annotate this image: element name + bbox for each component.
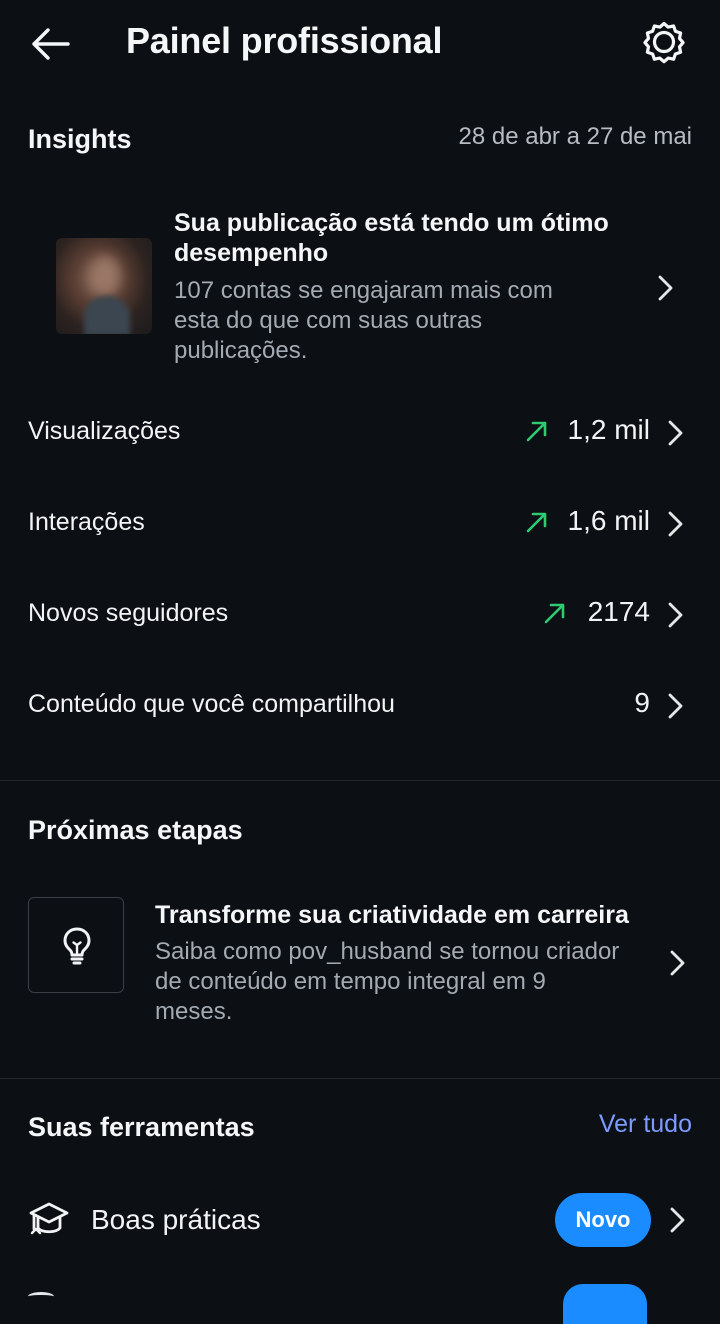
chevron-right-icon [668, 693, 683, 719]
metric-value: 1,2 mil [567, 414, 650, 445]
next-step-description: Saiba como pov_husband se tornou criador… [155, 938, 620, 1025]
metric-row-new-followers[interactable]: Novos seguidores 2174 [0, 580, 720, 650]
metric-row-interactions[interactable]: Interações 1,6 mil [0, 489, 720, 559]
highlight-headline: Sua publicação está tendo um ótimo desem… [174, 209, 609, 267]
graduation-cap-icon [29, 1202, 69, 1235]
metric-row-shared-content[interactable]: Conteúdo que você compartilhou 9 [0, 671, 720, 741]
trend-up-icon [526, 512, 547, 533]
gear-icon[interactable] [640, 18, 688, 66]
section-divider [0, 780, 720, 781]
chevron-right-icon [668, 420, 683, 446]
see-all-link[interactable]: Ver tudo [560, 1110, 692, 1139]
chevron-right-icon[interactable] [667, 948, 689, 978]
insights-title: Insights [28, 124, 132, 154]
trend-up-icon [526, 421, 547, 442]
highlight-description: 107 contas se engajaram mais com esta do… [174, 277, 553, 364]
trend-up-icon [544, 603, 565, 624]
post-thumbnail[interactable] [56, 238, 152, 334]
metric-label: Conteúdo que você compartilhou [28, 690, 395, 718]
metric-label: Visualizações [28, 417, 181, 445]
back-arrow-icon[interactable] [28, 22, 72, 66]
section-divider [0, 1078, 720, 1079]
metric-label: Interações [28, 508, 145, 536]
metric-value: 2174 [587, 596, 650, 627]
next-badge-peek[interactable] [563, 1284, 647, 1324]
next-step-headline: Transforme sua criatividade em carreira [155, 901, 629, 929]
lightbulb-icon [63, 927, 91, 965]
tool-icon-peek [28, 1292, 54, 1301]
metric-value: 1,6 mil [567, 505, 650, 536]
metric-value: 9 [634, 687, 650, 718]
new-badge[interactable]: Novo [555, 1193, 651, 1247]
date-range[interactable]: 28 de abr a 27 de mai [442, 123, 693, 151]
metric-label: Novos seguidores [28, 599, 229, 627]
lightbulb-icon-box[interactable] [28, 897, 124, 993]
chevron-right-icon [668, 511, 683, 537]
chevron-right-icon[interactable] [667, 1205, 689, 1235]
next-steps-title: Próximas etapas [28, 815, 243, 845]
tools-title: Suas ferramentas [28, 1112, 255, 1142]
page-title: Painel profissional [126, 20, 443, 61]
metric-row-views[interactable]: Visualizações 1,2 mil [0, 398, 720, 468]
chevron-right-icon [668, 602, 683, 628]
tool-label[interactable]: Boas práticas [91, 1204, 261, 1236]
chevron-right-icon[interactable] [655, 273, 677, 303]
